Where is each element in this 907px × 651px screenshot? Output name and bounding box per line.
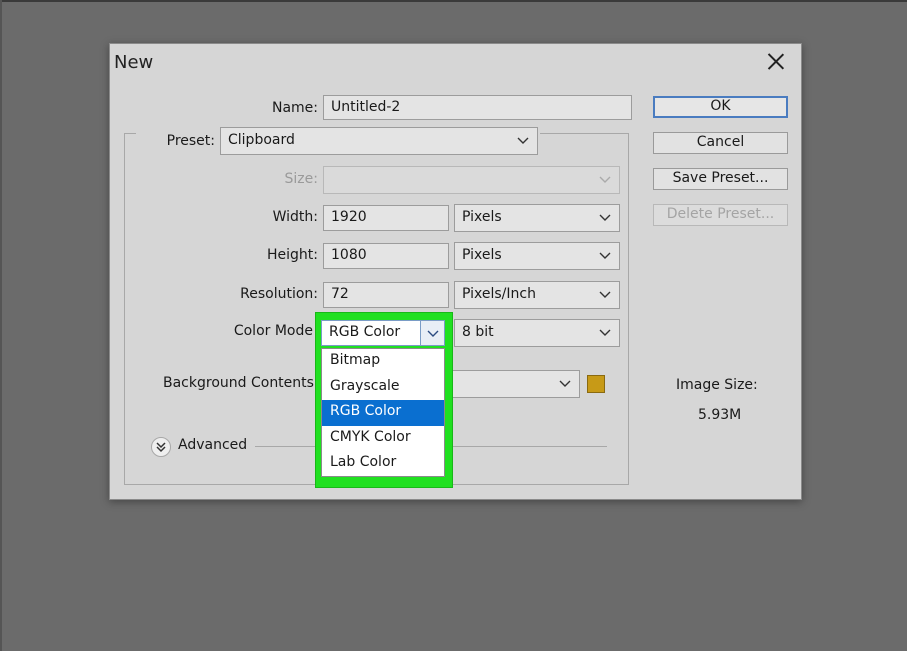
chevron-down-icon xyxy=(517,134,529,146)
chevron-down-icon xyxy=(599,288,611,300)
color-mode-option-lab[interactable]: Lab Color xyxy=(322,451,444,477)
chevron-down-icon xyxy=(599,249,611,261)
dropdown-arrow[interactable] xyxy=(420,321,444,345)
save-preset-button[interactable]: Save Preset... xyxy=(653,168,788,190)
color-mode-option-bitmap[interactable]: Bitmap xyxy=(322,349,444,375)
color-mode-option-rgb[interactable]: RGB Color xyxy=(322,400,444,426)
bit-depth-value: 8 bit xyxy=(462,324,494,340)
chevron-down-icon xyxy=(427,330,439,337)
dialog-titlebar: New xyxy=(110,44,801,82)
chevron-down-icon xyxy=(599,173,611,185)
cancel-button[interactable]: Cancel xyxy=(653,132,788,154)
size-label: Size: xyxy=(284,171,318,187)
resolution-label: Resolution: xyxy=(240,286,318,302)
expand-chevrons-icon[interactable] xyxy=(151,437,171,457)
preset-label: Preset: xyxy=(166,133,215,149)
chevron-down-icon xyxy=(599,326,611,338)
color-mode-select[interactable]: RGB Color xyxy=(321,320,445,346)
name-input[interactable]: Untitled-2 xyxy=(323,95,632,120)
color-mode-dropdown-list: Bitmap Grayscale RGB Color CMYK Color La… xyxy=(321,348,445,477)
resolution-unit-select[interactable]: Pixels/Inch xyxy=(454,281,620,309)
image-size-label: Image Size: xyxy=(676,377,758,393)
resolution-unit-value: Pixels/Inch xyxy=(462,286,536,302)
color-mode-option-cmyk[interactable]: CMYK Color xyxy=(322,426,444,452)
height-unit-value: Pixels xyxy=(462,247,502,263)
width-label: Width: xyxy=(272,209,318,225)
resolution-input[interactable]: 72 xyxy=(323,282,449,308)
height-unit-select[interactable]: Pixels xyxy=(454,242,620,270)
width-input[interactable]: 1920 xyxy=(323,205,449,231)
ok-button[interactable]: OK xyxy=(653,96,788,118)
screen-top-edge xyxy=(0,0,907,2)
delete-preset-button[interactable]: Delete Preset... xyxy=(653,204,788,226)
close-icon[interactable] xyxy=(765,50,787,72)
dialog-title: New xyxy=(114,52,154,73)
advanced-label[interactable]: Advanced xyxy=(178,437,247,453)
color-mode-value: RGB Color xyxy=(329,324,401,340)
name-label: Name: xyxy=(271,100,318,116)
chevron-down-icon xyxy=(599,211,611,223)
preset-select[interactable]: Clipboard xyxy=(220,127,538,155)
height-input[interactable]: 1080 xyxy=(323,243,449,269)
preset-value: Clipboard xyxy=(228,132,295,148)
background-contents-label: Background Contents xyxy=(163,375,314,391)
color-mode-label: Color Mode xyxy=(233,323,313,339)
background-color-swatch[interactable] xyxy=(587,375,605,393)
chevron-down-icon xyxy=(559,377,571,389)
width-unit-value: Pixels xyxy=(462,209,502,225)
new-document-dialog: New Name: Untitled-2 Preset: Clipboard S… xyxy=(109,43,802,500)
height-label: Height: xyxy=(267,247,318,263)
image-size-value: 5.93M xyxy=(698,407,742,423)
color-mode-option-grayscale[interactable]: Grayscale xyxy=(322,375,444,401)
width-unit-select[interactable]: Pixels xyxy=(454,204,620,232)
size-select[interactable] xyxy=(323,166,620,194)
bit-depth-select[interactable]: 8 bit xyxy=(454,319,620,347)
screen-left-edge xyxy=(0,0,2,651)
